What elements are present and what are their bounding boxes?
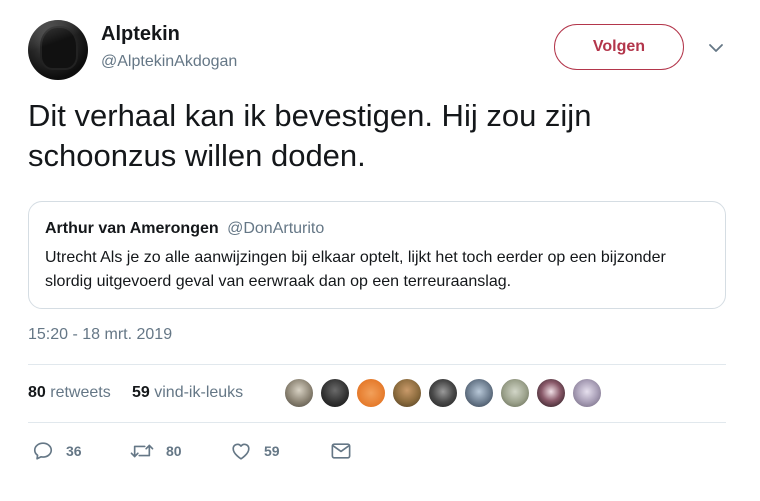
liker-avatar[interactable]	[500, 378, 530, 408]
likes-label: vind-ik-leuks	[154, 384, 244, 401]
author-avatar[interactable]	[28, 20, 88, 80]
reply-button[interactable]: 36	[32, 436, 82, 466]
tweet-timestamp[interactable]: 15:20 - 18 mrt. 2019	[28, 326, 172, 344]
tweet-text: Dit verhaal kan ik bevestigen. Hij zou z…	[28, 98, 592, 173]
divider	[28, 422, 726, 423]
liker-avatar[interactable]	[464, 378, 494, 408]
tweet-stats: 80 retweets 59 vind-ik-leuks	[28, 375, 728, 413]
avatar-shade	[28, 20, 88, 80]
liker-avatar[interactable]	[356, 378, 386, 408]
quoted-tweet[interactable]: Arthur van Amerongen @DonArturito Utrech…	[28, 201, 726, 309]
like-count: 59	[264, 443, 280, 459]
quoted-author: Arthur van Amerongen @DonArturito	[45, 220, 324, 238]
author-handle[interactable]: @AlptekinAkdogan	[101, 53, 237, 71]
retweets-stat[interactable]: 80 retweets	[28, 384, 111, 402]
likes-stat[interactable]: 59 vind-ik-leuks	[132, 384, 243, 402]
quoted-text: Utrecht Als je zo alle aanwijzingen bij …	[45, 249, 666, 290]
liker-avatar[interactable]	[536, 378, 566, 408]
retweet-icon	[130, 444, 154, 458]
quoted-author-name: Arthur van Amerongen	[45, 220, 219, 237]
liker-avatar[interactable]	[428, 378, 458, 408]
follow-button[interactable]: Volgen	[554, 24, 684, 70]
liker-avatar[interactable]	[572, 378, 602, 408]
liker-avatar[interactable]	[284, 378, 314, 408]
heart-icon	[232, 443, 250, 460]
like-button[interactable]: 59	[230, 436, 280, 466]
retweet-count: 80	[166, 443, 182, 459]
chevron-down-icon[interactable]	[708, 40, 724, 56]
tweet-actions: 36 80 59	[28, 436, 728, 466]
envelope-icon	[331, 443, 351, 459]
liker-avatar[interactable]	[320, 378, 350, 408]
message-button[interactable]	[330, 436, 352, 466]
likes-count: 59	[132, 384, 150, 401]
retweet-button[interactable]: 80	[130, 436, 182, 466]
reply-icon	[33, 442, 53, 460]
quoted-author-handle: @DonArturito	[227, 220, 325, 237]
reply-count: 36	[66, 443, 82, 459]
divider	[28, 364, 726, 365]
retweets-label: retweets	[50, 384, 111, 401]
author-name[interactable]: Alptekin	[101, 23, 180, 46]
liker-avatar[interactable]	[392, 378, 422, 408]
retweets-count: 80	[28, 384, 46, 401]
tweet-header: Alptekin @AlptekinAkdogan Volgen	[28, 18, 740, 82]
